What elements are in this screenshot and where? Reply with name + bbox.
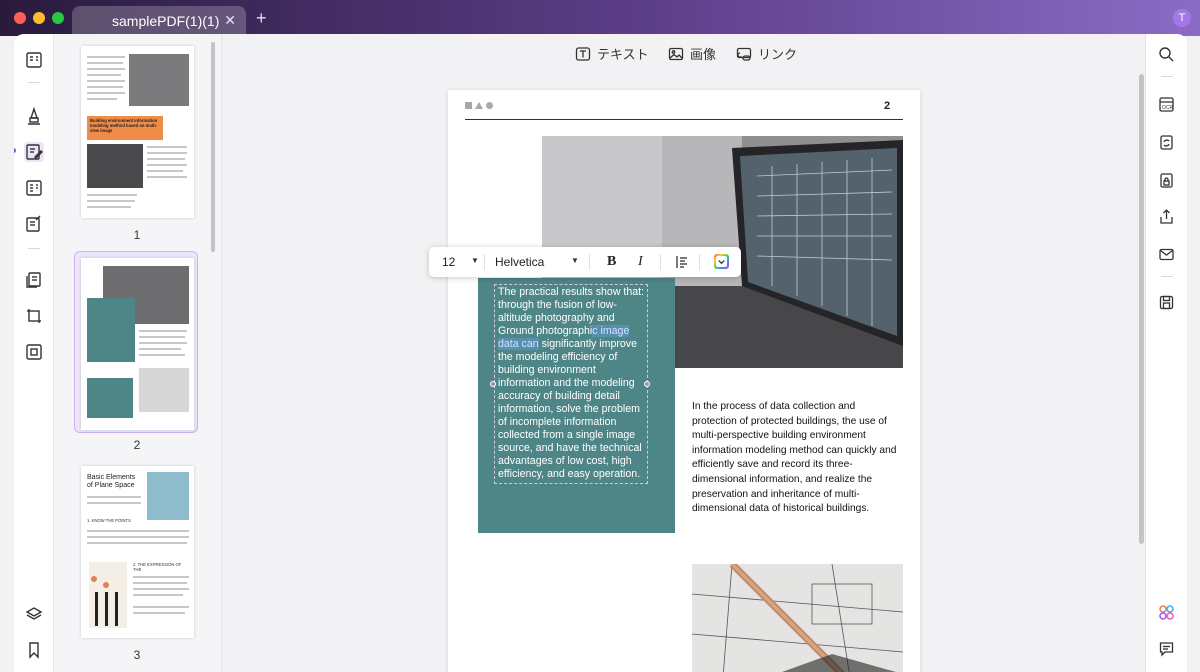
sign-icon[interactable] (24, 214, 44, 234)
right-tool-rail: OCR (1145, 34, 1187, 672)
text-format-toolbar: 12 ▼ Helvetica ▼ B I (429, 247, 741, 277)
ocr-icon[interactable]: OCR (1158, 96, 1175, 113)
page-thumbnail-2[interactable] (81, 258, 194, 430)
toolbar-divider (660, 254, 661, 270)
thumb-3-heading: Basic Elements of Plane Space (87, 474, 136, 489)
pdf-page: 2 The practical results show that: throu… (448, 90, 920, 672)
link-icon (736, 47, 752, 61)
highlighter-icon[interactable] (24, 106, 44, 126)
ai-assistant-icon[interactable] (1158, 604, 1175, 621)
layers-icon[interactable] (24, 604, 44, 624)
resize-handle-left[interactable] (490, 381, 496, 387)
add-image-button[interactable]: 画像 (668, 44, 716, 63)
minimize-window-button[interactable] (33, 12, 45, 24)
italic-button[interactable]: I (638, 254, 643, 270)
form-icon[interactable] (24, 178, 44, 198)
share-icon[interactable] (1158, 208, 1175, 225)
reader-icon[interactable] (24, 50, 44, 70)
header-rule (465, 119, 903, 120)
image-label: 画像 (690, 47, 717, 62)
thumb-3-sub1: 1. KNOW THE POINTS (87, 518, 131, 523)
rail-divider (1161, 76, 1173, 77)
close-window-button[interactable] (14, 12, 26, 24)
add-text-button[interactable]: テキスト (575, 44, 649, 63)
document-viewer: テキスト 画像 リンク 2 The practical results show… (222, 34, 1145, 672)
thumb-page-number: 2 (133, 438, 141, 452)
email-icon[interactable] (1158, 246, 1175, 263)
svg-text:OCR: OCR (1162, 105, 1174, 111)
body-paragraph: In the process of data collection and pr… (692, 401, 897, 515)
chevron-down-icon[interactable]: ▼ (571, 256, 579, 265)
rail-divider (28, 248, 40, 249)
app-window: Building environment information modelin… (14, 34, 1187, 672)
thumb-1-heading: Building environment information modelin… (90, 118, 158, 133)
search-icon[interactable] (1158, 46, 1175, 63)
align-left-icon[interactable] (675, 255, 689, 269)
save-icon[interactable] (1158, 294, 1175, 311)
thumbnail-panel: Building environment information modelin… (54, 34, 222, 672)
font-size-select[interactable]: 12 (442, 255, 455, 269)
convert-icon[interactable] (1158, 134, 1175, 151)
thumbnail-scrollbar[interactable] (211, 42, 215, 252)
zoom-window-button[interactable] (52, 12, 64, 24)
link-label: リンク (758, 47, 798, 62)
page-thumbnail-1[interactable]: Building environment information modelin… (81, 46, 194, 218)
thumb-3-sub2: 2. THE EXPRESSION OF THE (133, 562, 182, 572)
text-box-icon (575, 46, 591, 61)
thumb-page-number: 1 (133, 228, 141, 242)
text-label: テキスト (597, 47, 649, 62)
text-color-picker[interactable] (714, 254, 729, 269)
document-scrollbar[interactable] (1139, 74, 1144, 544)
tab-title: samplePDF(1)(1) (112, 13, 220, 29)
new-tab-button[interactable]: + (256, 9, 267, 27)
toolbar-divider (484, 254, 485, 270)
toolbar-divider (589, 254, 590, 270)
edit-pdf-icon[interactable] (24, 142, 44, 162)
crop-icon[interactable] (24, 306, 44, 326)
rail-divider (28, 82, 40, 83)
blueprint-photo[interactable] (692, 564, 903, 672)
tab-close-icon[interactable]: ✕ (224, 12, 236, 29)
image-icon (668, 47, 684, 60)
header-shapes (465, 102, 493, 109)
bold-button[interactable]: B (607, 254, 616, 270)
toolbar-divider (699, 254, 700, 270)
organize-pages-icon[interactable] (24, 270, 44, 290)
protect-icon[interactable] (1158, 172, 1175, 189)
comment-icon[interactable] (1158, 640, 1175, 657)
title-bar: samplePDF(1)(1) ✕ + T (0, 0, 1200, 36)
chevron-down-icon[interactable]: ▼ (471, 256, 479, 265)
page-number: 2 (884, 100, 891, 112)
active-tool-indicator (14, 148, 16, 153)
add-link-button[interactable]: リンク (736, 44, 797, 63)
page-thumbnail-3[interactable]: Basic Elements of Plane Space 1. KNOW TH… (81, 466, 194, 638)
bookmark-icon[interactable] (24, 640, 44, 660)
left-tool-rail (14, 34, 54, 672)
user-avatar[interactable]: T (1173, 9, 1191, 27)
editable-paragraph[interactable]: The practical results show that: through… (498, 286, 648, 481)
chevron-down-icon (718, 260, 725, 265)
rail-divider (1161, 276, 1173, 277)
redact-icon[interactable] (24, 342, 44, 362)
font-family-select[interactable]: Helvetica (495, 255, 544, 269)
thumb-page-number: 3 (133, 648, 141, 662)
document-tab[interactable]: samplePDF(1)(1) ✕ (72, 6, 246, 36)
